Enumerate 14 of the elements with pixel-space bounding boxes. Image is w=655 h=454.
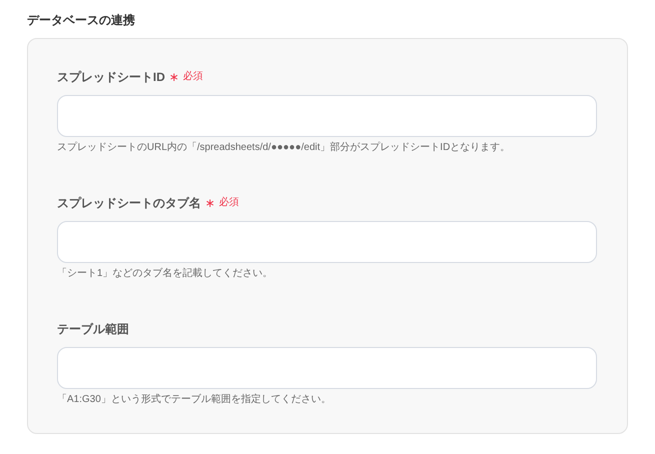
text-input[interactable] [57, 221, 597, 263]
field-label: スプレッドシートID [57, 69, 165, 85]
asterisk-mark: ∗ [169, 69, 179, 85]
field-label: スプレッドシートのタブ名 [57, 195, 201, 211]
field-hint: 「A1:G30」という形式でテーブル範囲を指定してください。 [57, 393, 332, 407]
required-label: 必須 [183, 70, 203, 84]
text-input[interactable] [57, 347, 597, 389]
section-title: データベースの連携 [27, 12, 136, 28]
asterisk-mark: ∗ [205, 195, 215, 211]
text-input[interactable] [57, 95, 597, 137]
field-hint: スプレッドシートのURL内の「/spreadsheets/d/●●●●●/edit」部分がスプレッドシートIDとなります。 [57, 141, 512, 155]
required-label: 必須 [219, 196, 239, 210]
field-hint: 「シート1」などのタブ名を記載してください。 [57, 267, 274, 281]
field-label: テーブル範囲 [57, 321, 129, 337]
